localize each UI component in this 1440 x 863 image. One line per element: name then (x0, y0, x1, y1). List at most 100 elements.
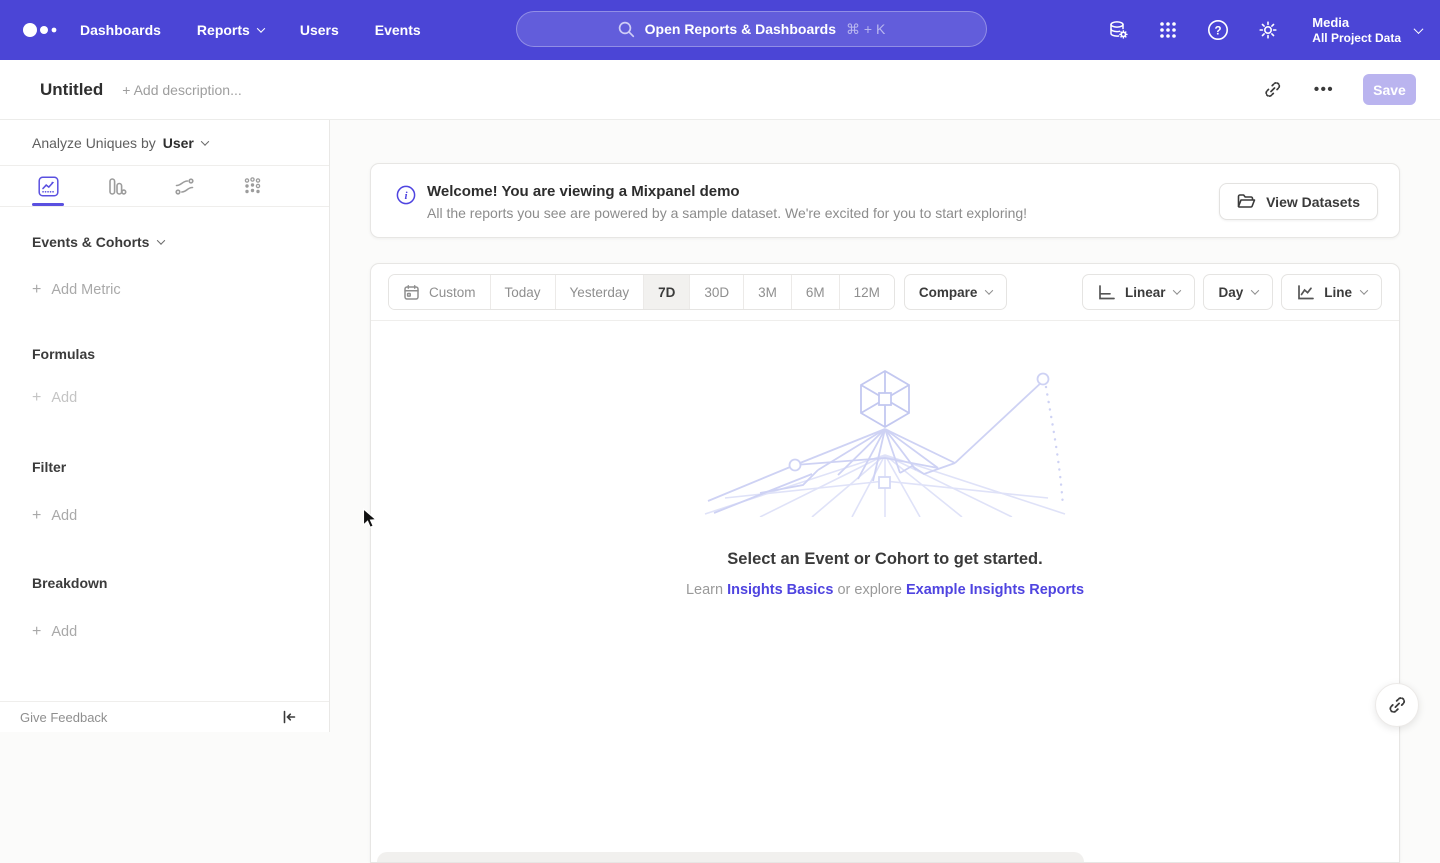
nav-reports-label: Reports (197, 22, 250, 38)
empty-state: Select an Event or Cohort to get started… (371, 321, 1399, 598)
section-formulas: Formulas + Add (0, 346, 329, 407)
add-description-field[interactable]: + Add description... (122, 82, 241, 98)
nav-users[interactable]: Users (300, 22, 339, 38)
collapse-sidebar-icon[interactable] (281, 709, 297, 725)
project-scope: All Project Data (1312, 31, 1401, 46)
demo-welcome-banner: i Welcome! You are viewing a Mixpanel de… (370, 163, 1400, 238)
date-range-control: Custom Today Yesterday 7D 30D 3M 6M 12M (388, 274, 895, 310)
events-cohorts-title: Events & Cohorts (32, 234, 149, 250)
insights-basics-link[interactable]: Insights Basics (727, 582, 833, 598)
chevron-down-icon (1173, 286, 1181, 294)
bottom-panel-peek (377, 852, 1084, 862)
project-labels: Media All Project Data (1312, 14, 1401, 46)
interval-label: Day (1218, 285, 1243, 300)
filter-header: Filter (32, 459, 297, 475)
calendar-icon (403, 284, 420, 301)
chart-type-tabs (0, 166, 329, 207)
banner-text: Welcome! You are viewing a Mixpanel demo… (427, 181, 1027, 224)
add-formula-button[interactable]: + Add (32, 389, 297, 407)
date-range-30d[interactable]: 30D (690, 275, 744, 309)
nav-events[interactable]: Events (375, 22, 421, 38)
scale-label: Linear (1125, 285, 1166, 300)
report-title[interactable]: Untitled (40, 80, 103, 100)
date-range-yesterday-label: Yesterday (570, 285, 630, 300)
date-range-30d-label: 30D (704, 285, 729, 300)
chevron-down-icon (985, 286, 993, 294)
compare-dropdown[interactable]: Compare (904, 274, 1008, 310)
date-range-today[interactable]: Today (491, 275, 556, 309)
formulas-header: Formulas (32, 346, 297, 362)
give-feedback-link[interactable]: Give Feedback (20, 710, 107, 725)
nav-dashboards[interactable]: Dashboards (80, 22, 161, 38)
apps-grid-icon[interactable] (1156, 18, 1180, 42)
events-cohorts-header[interactable]: Events & Cohorts (32, 234, 297, 250)
plus-icon: + (32, 389, 41, 407)
date-range-12m-label: 12M (854, 285, 880, 300)
report-toolbar: Custom Today Yesterday 7D 30D 3M 6M 12M … (371, 264, 1399, 321)
copy-link-icon[interactable] (1259, 77, 1285, 103)
nav-reports[interactable]: Reports (197, 22, 264, 38)
compare-label: Compare (919, 285, 978, 300)
date-range-custom[interactable]: Custom (389, 275, 491, 309)
nav-dashboards-label: Dashboards (80, 22, 161, 38)
more-options-icon[interactable]: ••• (1311, 77, 1337, 103)
chevron-down-icon (157, 236, 165, 244)
search-placeholder: Open Reports & Dashboards (645, 21, 836, 37)
nav-menu: Dashboards Reports Users Events (80, 22, 421, 38)
chevron-down-icon (257, 24, 265, 32)
add-breakdown-button[interactable]: + Add (32, 623, 297, 641)
chevron-down-icon (201, 137, 209, 145)
add-filter-label: Add (51, 508, 77, 524)
analyze-row: Analyze Uniques by User (0, 120, 329, 166)
copy-url-fab[interactable] (1375, 683, 1419, 727)
query-sidebar: Analyze Uniques by User (0, 120, 330, 732)
example-insights-reports-link[interactable]: Example Insights Reports (906, 582, 1084, 598)
add-breakdown-label: Add (51, 624, 77, 640)
data-management-icon[interactable] (1106, 18, 1130, 42)
chevron-down-icon (1251, 286, 1259, 294)
scale-dropdown[interactable]: Linear (1082, 274, 1196, 310)
date-range-3m[interactable]: 3M (744, 275, 792, 309)
add-metric-button[interactable]: + Add Metric (32, 281, 297, 299)
folder-icon (1237, 193, 1256, 210)
date-range-6m[interactable]: 6M (792, 275, 840, 309)
chart-type-dropdown[interactable]: Line (1281, 274, 1382, 310)
date-range-3m-label: 3M (758, 285, 777, 300)
global-search-input[interactable]: Open Reports & Dashboards ⌘ + K (516, 11, 987, 47)
logo-dots (22, 22, 62, 38)
help-icon[interactable]: ? (1206, 18, 1230, 42)
tab-flow-chart[interactable] (162, 166, 206, 206)
formulas-title: Formulas (32, 346, 95, 362)
line-chart-icon (1296, 284, 1315, 301)
plus-icon: + (32, 281, 41, 299)
plus-icon: + (32, 507, 41, 525)
save-button[interactable]: Save (1363, 74, 1416, 105)
date-range-7d[interactable]: 7D (644, 275, 690, 309)
linear-axis-icon (1097, 284, 1116, 301)
settings-gear-icon[interactable] (1256, 18, 1280, 42)
date-range-12m[interactable]: 12M (840, 275, 894, 309)
project-switcher[interactable]: Media All Project Data (1312, 14, 1422, 46)
section-breakdown: Breakdown + Add (0, 575, 329, 641)
banner-subtitle: All the reports you see are powered by a… (427, 202, 1027, 224)
sidebar-footer: Give Feedback (0, 701, 329, 732)
view-datasets-button[interactable]: View Datasets (1219, 183, 1378, 220)
analyze-by-dropdown[interactable]: User (163, 135, 208, 151)
tab-bar-chart[interactable] (94, 166, 138, 206)
report-header: Untitled + Add description... ••• Save (0, 60, 1440, 120)
search-icon (618, 21, 635, 38)
tab-line-chart[interactable] (26, 166, 70, 206)
empty-state-title: Select an Event or Cohort to get started… (727, 550, 1042, 569)
nav-users-label: Users (300, 22, 339, 38)
nav-events-label: Events (375, 22, 421, 38)
mixpanel-logo-icon[interactable] (22, 22, 68, 38)
interval-dropdown[interactable]: Day (1203, 274, 1273, 310)
date-range-yesterday[interactable]: Yesterday (556, 275, 645, 309)
breakdown-header: Breakdown (32, 575, 297, 591)
chevron-down-icon (1360, 286, 1368, 294)
banner-title: Welcome! You are viewing a Mixpanel demo (427, 181, 1027, 202)
tab-scatter[interactable] (230, 166, 274, 206)
or-explore-text: or explore (837, 582, 901, 598)
search-shortcut: ⌘ + K (846, 21, 885, 38)
add-filter-button[interactable]: + Add (32, 507, 297, 525)
